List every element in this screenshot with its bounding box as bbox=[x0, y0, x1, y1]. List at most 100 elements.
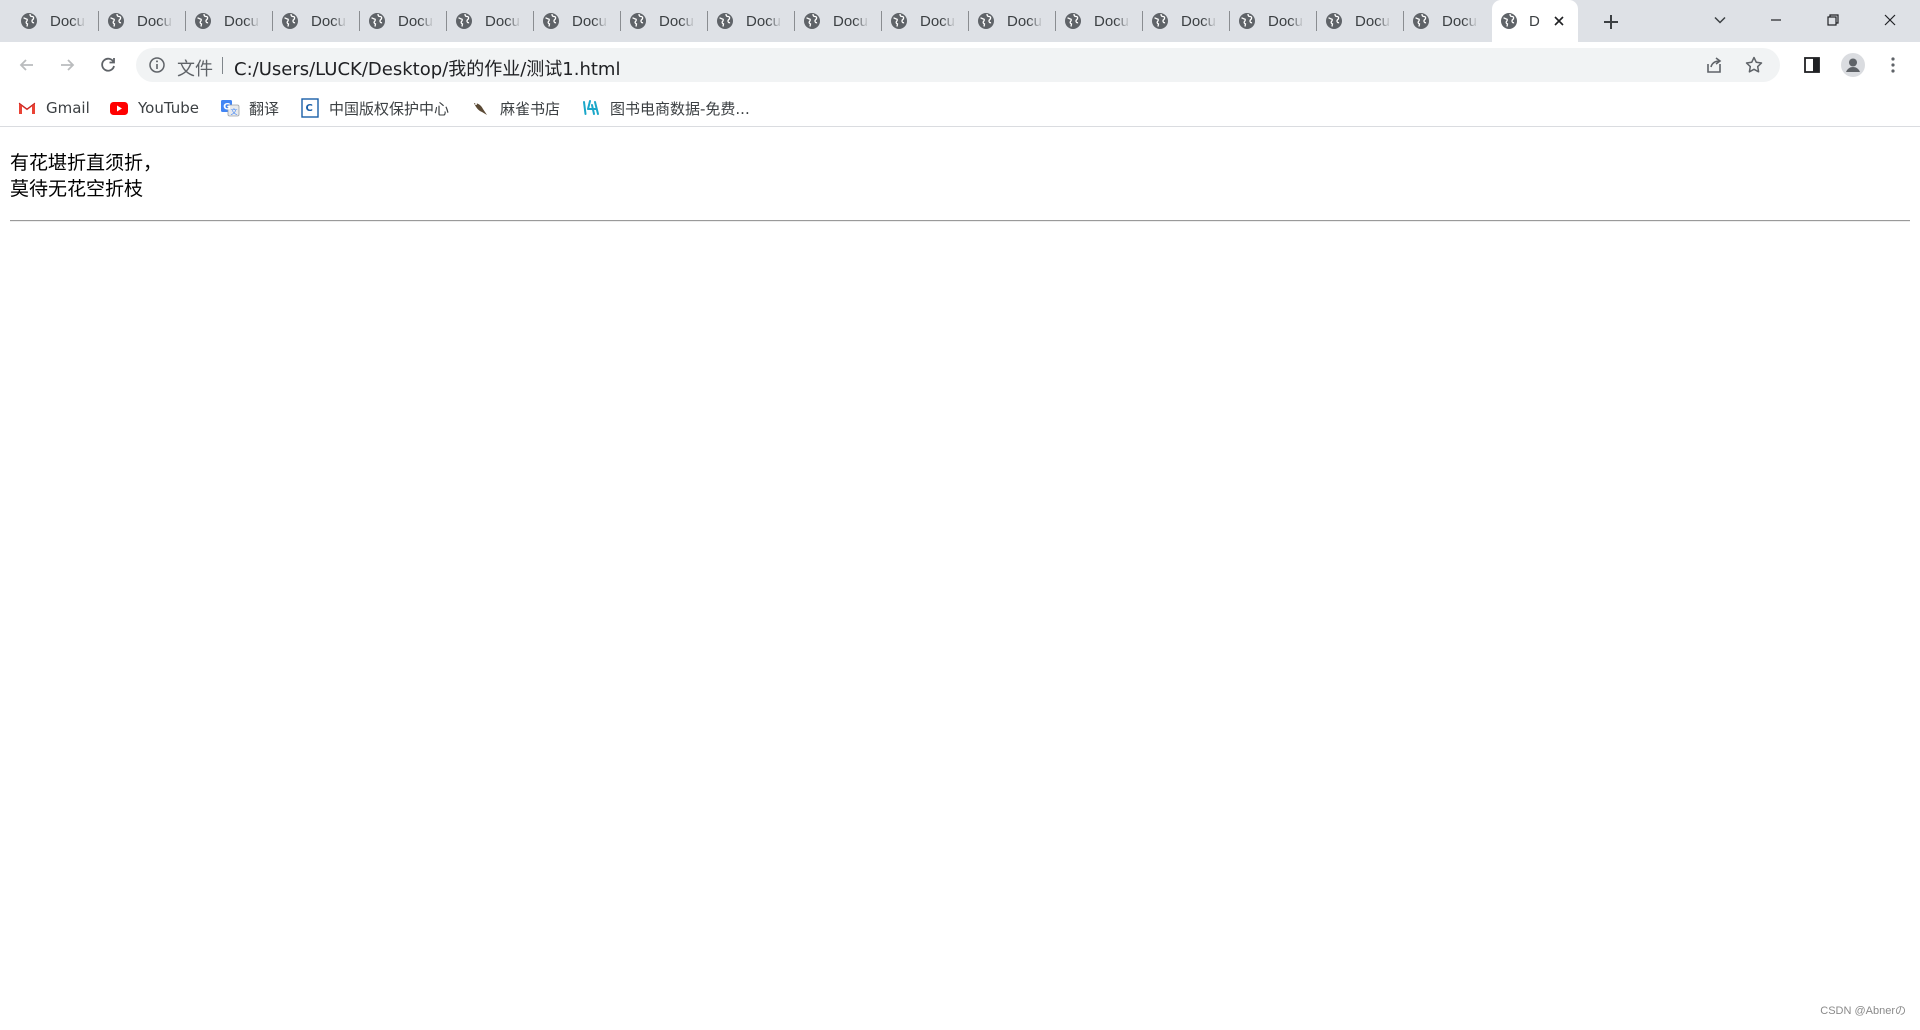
tab-search-button[interactable] bbox=[1692, 0, 1748, 40]
new-tab-button[interactable] bbox=[1598, 9, 1624, 35]
bookmark-label: 中国版权保护中心 bbox=[329, 99, 450, 118]
url-text[interactable]: C:/Users/LUCK/Desktop/我的作业/测试1.html bbox=[234, 55, 620, 81]
bookmark-label: 图书电商数据-免费... bbox=[610, 99, 750, 118]
tab-title: Docu bbox=[1355, 12, 1391, 30]
bookmark-gmail[interactable]: Gmail bbox=[17, 96, 90, 120]
forward-button[interactable] bbox=[52, 50, 82, 80]
gmail-icon bbox=[18, 102, 36, 114]
bookmark-youtube[interactable]: YouTube bbox=[109, 96, 199, 120]
bookmark-sparrow-bookstore[interactable]: 麻雀书店 bbox=[471, 96, 560, 120]
plus-icon bbox=[1604, 15, 1618, 29]
tab-title: Docu bbox=[398, 12, 434, 30]
profile-button[interactable] bbox=[1838, 50, 1868, 80]
bookmark-label: YouTube bbox=[138, 99, 199, 117]
globe-icon bbox=[1413, 13, 1429, 29]
arrow-right-icon bbox=[61, 59, 75, 71]
tab[interactable]: Docu bbox=[969, 0, 1056, 42]
restore-icon bbox=[1827, 14, 1839, 26]
tab[interactable]: Docu bbox=[1404, 0, 1491, 42]
menu-button[interactable] bbox=[1878, 50, 1908, 80]
tab-title: Docu bbox=[1268, 12, 1304, 30]
tab[interactable]: Docu bbox=[1230, 0, 1317, 42]
minimize-button[interactable] bbox=[1748, 0, 1804, 40]
tab-title: Docu bbox=[1007, 12, 1043, 30]
tab[interactable]: Docu bbox=[708, 0, 795, 42]
bookmark-label: Gmail bbox=[46, 99, 90, 117]
tab[interactable]: Docu bbox=[12, 0, 99, 42]
globe-icon bbox=[1239, 13, 1255, 29]
globe-icon bbox=[456, 13, 472, 29]
tab[interactable]: Docu bbox=[621, 0, 708, 42]
tab-title: Docu bbox=[1442, 12, 1478, 30]
globe-icon bbox=[108, 13, 124, 29]
tab-active[interactable]: D bbox=[1492, 0, 1578, 42]
reload-icon bbox=[101, 57, 115, 72]
tab-title: D bbox=[1529, 12, 1540, 30]
avatar-icon bbox=[1841, 53, 1865, 77]
tab-close-button[interactable] bbox=[1550, 12, 1568, 30]
globe-icon bbox=[195, 13, 211, 29]
tab-list: Docu Docu Docu Docu Docu Docu Docu Docu Docu Docu… bbox=[12, 0, 1578, 42]
address-bar[interactable]: 文件 C:/Users/LUCK/Desktop/我的作业/测试1.html bbox=[136, 48, 1780, 82]
tab-title: Docu bbox=[572, 12, 608, 30]
tab[interactable]: Docu bbox=[1317, 0, 1404, 42]
tab-title: Docu bbox=[920, 12, 956, 30]
close-icon bbox=[1884, 14, 1896, 26]
tab-title: Docu bbox=[137, 12, 173, 30]
arrow-left-icon bbox=[19, 59, 33, 71]
tab[interactable]: Docu bbox=[882, 0, 969, 42]
tab[interactable]: Docu bbox=[360, 0, 447, 42]
toolbar: 文件 C:/Users/LUCK/Desktop/我的作业/测试1.html bbox=[0, 42, 1920, 88]
tab[interactable]: Docu bbox=[1143, 0, 1230, 42]
globe-icon bbox=[369, 13, 385, 29]
tab[interactable]: Docu bbox=[1056, 0, 1143, 42]
bookmark-translate[interactable]: G 文 翻译 bbox=[220, 96, 279, 120]
file-scheme-chip: 文件 bbox=[177, 59, 213, 80]
svg-text:C: C bbox=[306, 103, 313, 114]
tab[interactable]: Docu bbox=[534, 0, 621, 42]
globe-icon bbox=[717, 13, 733, 29]
bookmark-copyright-center[interactable]: C 中国版权保护中心 bbox=[300, 96, 449, 120]
globe-icon bbox=[21, 13, 37, 29]
globe-icon bbox=[1152, 13, 1168, 29]
globe-icon bbox=[891, 13, 907, 29]
tab[interactable]: Docu bbox=[795, 0, 882, 42]
share-icon[interactable] bbox=[1704, 55, 1724, 75]
tab[interactable]: Docu bbox=[99, 0, 186, 42]
reload-button[interactable] bbox=[93, 50, 123, 80]
back-button[interactable] bbox=[12, 50, 42, 80]
poem-line-1: 有花堪折直须折， bbox=[10, 152, 163, 174]
side-panel-button[interactable] bbox=[1797, 50, 1827, 80]
restore-button[interactable] bbox=[1805, 0, 1861, 40]
poem-text: 有花堪折直须折， 莫待无花空折枝 bbox=[10, 150, 162, 202]
browser-window: Docu Docu Docu Docu Docu Docu Docu Docu Docu Docu… bbox=[0, 0, 1920, 1030]
tab[interactable]: Docu bbox=[447, 0, 534, 42]
star-icon[interactable] bbox=[1744, 55, 1764, 75]
poem-line-2: 莫待无花空折枝 bbox=[10, 178, 144, 200]
minimize-icon bbox=[1771, 19, 1781, 21]
bookmark-book-data[interactable]: 图书电商数据-免费... bbox=[581, 96, 750, 120]
omnibox-divider bbox=[222, 57, 223, 74]
close-window-button[interactable] bbox=[1862, 0, 1918, 40]
watermark: CSDN @Abnerの bbox=[1820, 1005, 1906, 1017]
chevron-down-icon bbox=[1714, 16, 1726, 24]
tab-title: Docu bbox=[659, 12, 695, 30]
horizontal-rule bbox=[10, 220, 1910, 222]
bookmarks-bar: Gmail YouTube G 文 翻译 C 中国版权保护中心 麻雀书店 图书电… bbox=[0, 88, 1920, 127]
bookmark-label: 翻译 bbox=[249, 99, 280, 118]
kebab-menu-icon bbox=[1891, 57, 1895, 73]
copyright-center-icon: C bbox=[301, 98, 319, 118]
globe-icon bbox=[978, 13, 994, 29]
tab-title: Docu bbox=[485, 12, 521, 30]
globe-icon bbox=[282, 13, 298, 29]
tab-title: Docu bbox=[833, 12, 869, 30]
globe-icon bbox=[543, 13, 559, 29]
globe-icon bbox=[1501, 13, 1517, 29]
globe-icon bbox=[630, 13, 646, 29]
tab[interactable]: Docu bbox=[186, 0, 273, 42]
sparrow-icon bbox=[474, 103, 487, 115]
info-icon[interactable] bbox=[148, 56, 166, 74]
tab[interactable]: Docu bbox=[273, 0, 360, 42]
book-data-icon bbox=[583, 100, 599, 115]
svg-text:G: G bbox=[223, 103, 230, 113]
